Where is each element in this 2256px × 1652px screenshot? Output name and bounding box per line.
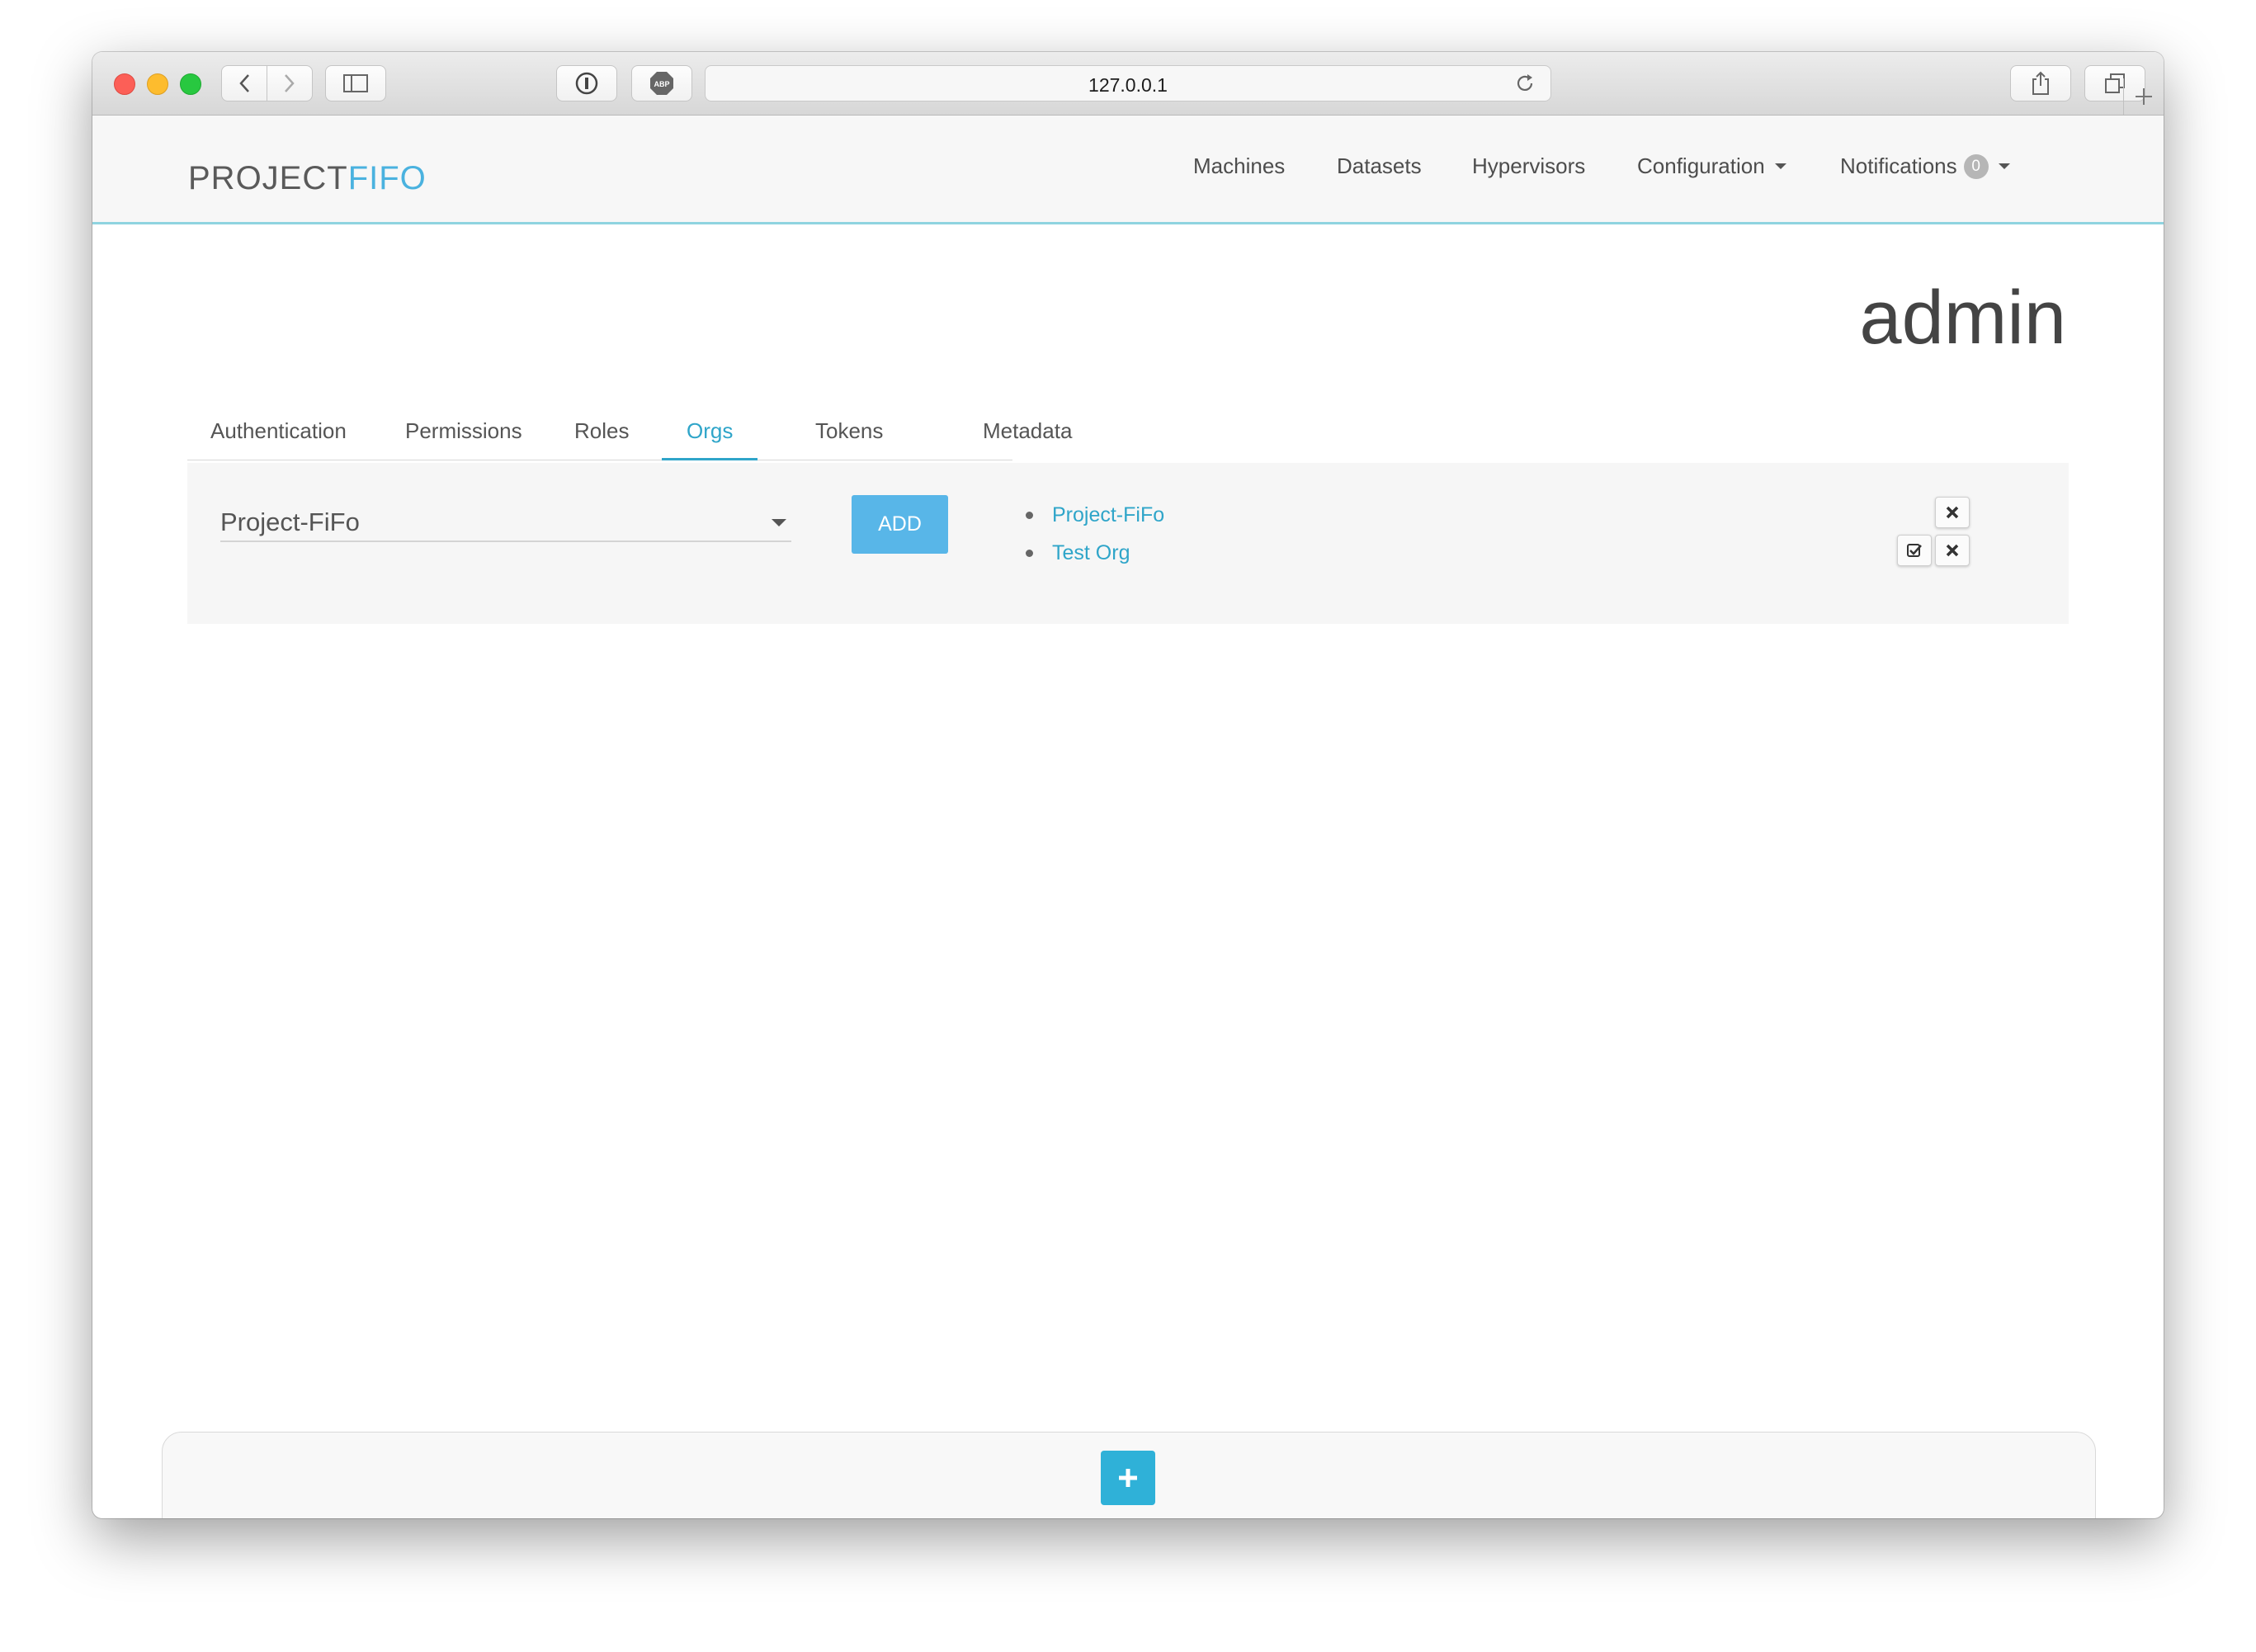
set-active-org-button[interactable] [1897, 535, 1932, 566]
remove-org-button[interactable] [1935, 535, 1970, 566]
sidebar-icon [343, 74, 368, 92]
caret-down-icon [1774, 163, 1786, 169]
tab-roles[interactable]: Roles [574, 402, 629, 460]
password-extension-button[interactable] [556, 65, 617, 101]
zoom-window-button[interactable] [180, 73, 201, 95]
tab-metadata[interactable]: Metadata [983, 402, 1072, 460]
user-tabs: Authentication Permissions Roles Orgs To… [187, 402, 1072, 460]
password-manager-icon [575, 72, 598, 95]
sidebar-toggle-button[interactable] [325, 65, 386, 101]
nav-hypervisors[interactable]: Hypervisors [1472, 153, 1585, 179]
remove-org-button[interactable] [1935, 497, 1970, 528]
url-text: 127.0.0.1 [1088, 74, 1168, 96]
caret-down-icon [1998, 163, 2010, 169]
list-item: Project-FiFo [1026, 496, 1164, 534]
app-navbar: PROJECTFIFO Machines Datasets Hypervisor… [92, 116, 2164, 224]
plus-icon [2136, 88, 2152, 105]
forward-button[interactable] [267, 65, 313, 101]
nav-label: Datasets [1337, 153, 1422, 178]
chevron-left-icon [239, 74, 249, 92]
tab-permissions[interactable]: Permissions [405, 402, 522, 460]
nav-configuration-dropdown[interactable]: Configuration [1637, 153, 1786, 179]
nav-label: Machines [1193, 153, 1286, 178]
project-fifo-logo[interactable]: PROJECTFIFO [188, 160, 427, 197]
reload-icon[interactable] [1514, 73, 1536, 94]
add-button[interactable] [1101, 1451, 1155, 1505]
svg-text:ABP: ABP [654, 80, 669, 88]
plus-icon [1119, 1469, 1137, 1487]
back-button[interactable] [221, 65, 267, 101]
tab-orgs[interactable]: Orgs [661, 402, 758, 460]
browser-window: ABP 127.0.0.1 PROJECTFIFO Machines Datas… [92, 52, 2164, 1518]
bullet [1026, 550, 1033, 557]
close-icon [1946, 506, 1959, 519]
nav-machines[interactable]: Machines [1193, 153, 1285, 179]
close-window-button[interactable] [114, 73, 135, 95]
new-tab-button[interactable] [2123, 78, 2164, 115]
minimize-window-button[interactable] [147, 73, 168, 95]
org-select[interactable]: Project-FiFo [220, 489, 791, 542]
list-item: Test Org [1026, 534, 1164, 572]
tab-authentication[interactable]: Authentication [210, 402, 347, 460]
notifications-count-badge: 0 [1963, 153, 1989, 179]
org-link[interactable]: Project-FiFo [1052, 503, 1164, 526]
close-icon [1946, 544, 1959, 557]
tab-tokens[interactable]: Tokens [815, 402, 883, 460]
bottom-drawer [162, 1432, 2096, 1518]
add-org-button[interactable]: ADD [852, 495, 948, 554]
org-link[interactable]: Test Org [1052, 541, 1130, 564]
caret-down-icon [772, 519, 786, 526]
nav-datasets[interactable]: Datasets [1337, 153, 1422, 179]
logo-part-project: PROJECT [188, 160, 348, 196]
share-button[interactable] [2010, 65, 2071, 101]
page-title: admin [1859, 276, 2066, 360]
adblock-extension-button[interactable]: ABP [631, 65, 692, 101]
share-icon [2032, 71, 2049, 95]
nav-notifications-dropdown[interactable]: Notifications 0 [1840, 153, 2010, 179]
browser-toolbar: ABP 127.0.0.1 [92, 52, 2164, 116]
check-square-icon [1907, 544, 1922, 557]
orgs-panel: Project-FiFo ADD Project-FiFo Test Org [187, 463, 2069, 624]
chevron-right-icon [285, 74, 295, 92]
adblock-icon: ABP [650, 72, 673, 95]
org-list: Project-FiFo Test Org [1026, 496, 1164, 572]
org-select-value: Project-FiFo [220, 507, 360, 536]
address-bar[interactable]: 127.0.0.1 [705, 65, 1551, 101]
bullet [1026, 512, 1033, 519]
nav-label: Configuration [1637, 153, 1765, 178]
logo-part-fifo: FIFO [347, 160, 427, 196]
nav-label: Hypervisors [1472, 153, 1586, 178]
nav-label: Notifications [1840, 153, 1957, 178]
